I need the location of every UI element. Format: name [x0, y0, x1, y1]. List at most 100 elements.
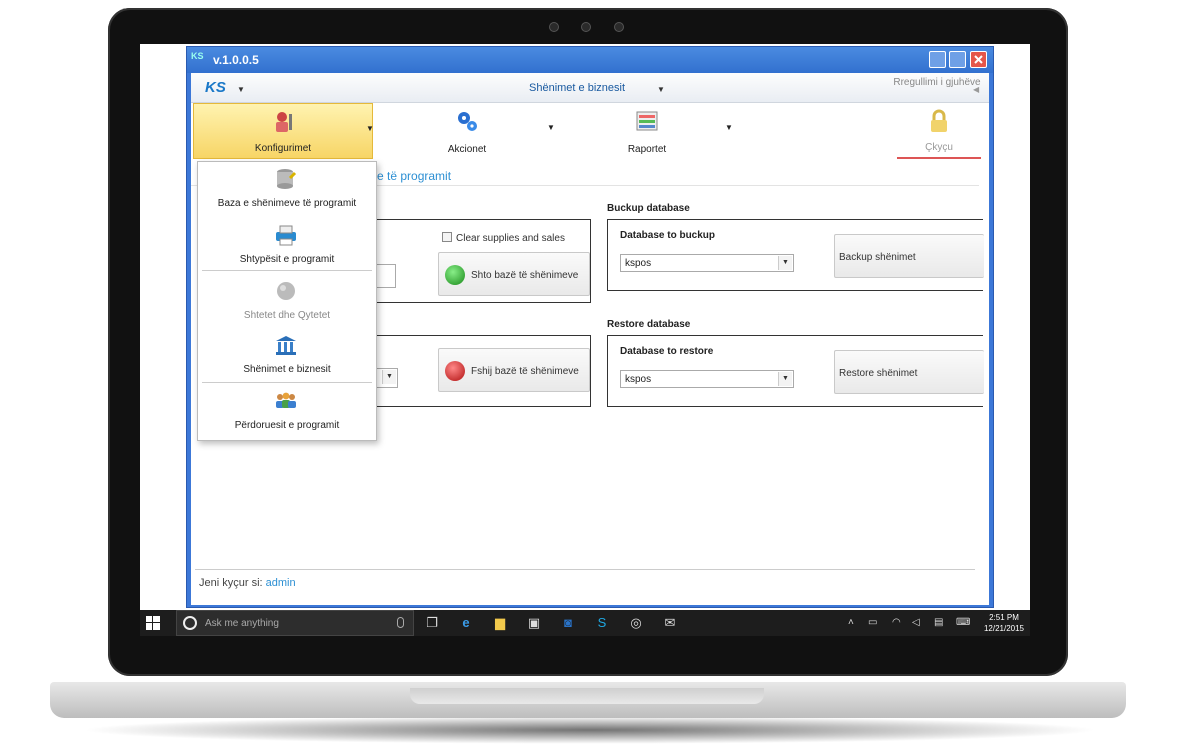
cortana-icon	[183, 616, 197, 630]
button-label: Backup shënimet	[839, 252, 916, 263]
task-view-icon[interactable]: ❐	[424, 615, 440, 631]
chevron-down-icon[interactable]: ▼	[237, 85, 245, 94]
minimize-button[interactable]	[929, 51, 946, 68]
add-icon	[445, 265, 465, 285]
restore-field-label: Database to restore	[620, 346, 714, 357]
chevron-down-icon: ▼	[366, 124, 374, 133]
wifi-icon[interactable]: ◠	[892, 617, 901, 628]
edge-browser-icon[interactable]: e	[458, 615, 474, 631]
backup-field-label: Database to buckup	[620, 230, 716, 241]
ribbon-configurations[interactable]: ▼ Konfigurimet	[193, 103, 374, 159]
menu-item-printers[interactable]: Shtypësit e programit	[198, 218, 376, 272]
windows-start-icon[interactable]	[146, 616, 160, 630]
delete-database-button[interactable]: Fshij bazë të shënimeve	[438, 348, 590, 392]
button-label: Restore shënimet	[839, 368, 918, 379]
ribbon-label: Çkyçu	[925, 142, 953, 153]
button-label: Fshij bazë të shënimeve	[471, 366, 579, 377]
chevron-down-icon: ▼	[382, 370, 396, 384]
lock-icon	[931, 109, 947, 132]
db-select[interactable]: ▼	[376, 368, 398, 388]
app-logo-icon: KS	[191, 51, 204, 61]
users-icon	[276, 392, 296, 408]
window-title: v.1.0.0.5	[213, 53, 259, 67]
media-player-icon[interactable]: ◎	[628, 615, 644, 631]
menu-item-database[interactable]: Baza e shënimeve të programit	[198, 162, 376, 216]
title-bar[interactable]: KS v.1.0.0.5	[187, 47, 993, 73]
menu-item-business[interactable]: Shënimet e biznesit	[198, 328, 376, 382]
ribbon-label: Konfigurimet	[254, 143, 312, 154]
checkbox-label: Clear supplies and sales	[456, 233, 565, 244]
app-menu-logo[interactable]: KS	[205, 79, 226, 96]
backup-db-select[interactable]: kspos ▼	[620, 254, 794, 272]
chevron-down-icon: ▼	[547, 123, 555, 132]
maximize-button[interactable]	[949, 51, 966, 68]
globe-icon	[277, 282, 295, 300]
close-button[interactable]	[970, 51, 987, 68]
status-label: Jeni kyçur si:	[199, 577, 263, 589]
ribbon-label: Raportet	[627, 144, 667, 155]
breadcrumb-link[interactable]: ve të programit	[371, 169, 451, 183]
taskbar-clock[interactable]: 2:51 PM 12/21/2015	[980, 612, 1028, 634]
ribbon-actions[interactable]: ▼ Akcionet	[377, 103, 557, 159]
file-explorer-icon[interactable]: ▆	[492, 615, 508, 631]
bank-icon	[276, 336, 296, 355]
ribbon: ▼ Konfigurimet ▼ Akcionet ▼ Raportet Çky…	[191, 103, 989, 163]
menu-item-label: Shtypësit e programit	[239, 254, 335, 265]
restore-button[interactable]: Restore shënimet	[834, 350, 984, 394]
menu-separator	[202, 270, 372, 271]
app-window: KS v.1.0.0.5 KS ▼ Shënimet e biznesit ▼ …	[186, 46, 994, 608]
gears-icon	[458, 112, 477, 131]
business-selector[interactable]: Shënimet e biznesit	[529, 82, 625, 94]
outlook-icon[interactable]: ◙	[560, 615, 576, 631]
battery-icon[interactable]: ▭	[868, 617, 877, 628]
restore-db-select[interactable]: kspos ▼	[620, 370, 794, 388]
chevron-down-icon: ▼	[725, 123, 733, 132]
menu-item-countries[interactable]: Shtetet dhe Qytetet	[198, 274, 376, 328]
chevron-down-icon: ▼	[778, 372, 792, 386]
printer-icon	[276, 225, 296, 246]
backup-section-title: Buckup database	[607, 203, 690, 214]
status-divider	[195, 569, 975, 570]
app-client-area: KS ▼ Shënimet e biznesit ▼ Rregullimi i …	[191, 73, 989, 605]
ribbon-reports[interactable]: ▼ Raportet	[557, 103, 737, 159]
clock-date: 12/21/2015	[983, 624, 1025, 633]
chevron-left-icon[interactable]: ◀	[973, 85, 979, 94]
button-label: Shto bazë të shënimeve	[471, 270, 579, 281]
volume-icon[interactable]: ◁	[912, 617, 920, 628]
taskbar-search[interactable]: Ask me anything	[176, 610, 414, 636]
chevron-up-icon[interactable]: ˄	[848, 617, 854, 628]
ribbon-logout[interactable]: Çkyçu	[897, 103, 981, 159]
menu-item-label: Shtetet dhe Qytetet	[243, 310, 331, 321]
add-database-button[interactable]: Shto bazë të shënimeve	[438, 252, 590, 296]
skype-icon[interactable]: S	[594, 615, 610, 631]
clock-time: 2:51 PM	[989, 613, 1019, 622]
restore-section-title: Restore database	[607, 319, 691, 330]
menu-separator	[202, 382, 372, 383]
microphone-icon[interactable]	[397, 617, 404, 628]
screen: KS v.1.0.0.5 KS ▼ Shënimet e biznesit ▼ …	[140, 44, 1030, 636]
clear-supplies-checkbox[interactable]: Clear supplies and sales	[442, 232, 565, 244]
menu-bar: KS ▼ Shënimet e biznesit ▼ Rregullimi i …	[191, 73, 989, 103]
checkbox-icon	[442, 232, 452, 242]
keyboard-icon[interactable]: ⌨	[956, 617, 970, 628]
notifications-icon[interactable]: ▤	[934, 617, 943, 628]
menu-item-label: Përdoruesit e programit	[234, 420, 340, 431]
mail-icon[interactable]: ✉	[662, 615, 678, 631]
search-placeholder: Ask me anything	[205, 618, 279, 629]
chevron-down-icon[interactable]: ▼	[657, 85, 665, 94]
backup-panel: Database to buckup kspos ▼ Backup shënim…	[607, 219, 984, 291]
camera-lens-icon	[581, 22, 591, 32]
camera-sensor-icon	[614, 22, 624, 32]
language-settings[interactable]: Rregullimi i gjuhëve	[891, 77, 983, 88]
laptop-scene: KS v.1.0.0.5 KS ▼ Shënimet e biznesit ▼ …	[0, 0, 1184, 752]
laptop-shadow	[80, 716, 1100, 744]
ribbon-label: Akcionet	[447, 144, 487, 155]
store-icon[interactable]: ▣	[526, 615, 542, 631]
laptop-notch	[410, 688, 764, 704]
configurations-dropdown: Baza e shënimeve të programit Shtypësit …	[197, 161, 377, 441]
report-icon	[636, 111, 658, 131]
menu-item-users[interactable]: Përdoruesit e programit	[198, 384, 376, 438]
close-icon	[974, 55, 983, 64]
menu-item-label: Baza e shënimeve të programit	[217, 198, 357, 209]
backup-button[interactable]: Backup shënimet	[834, 234, 984, 278]
